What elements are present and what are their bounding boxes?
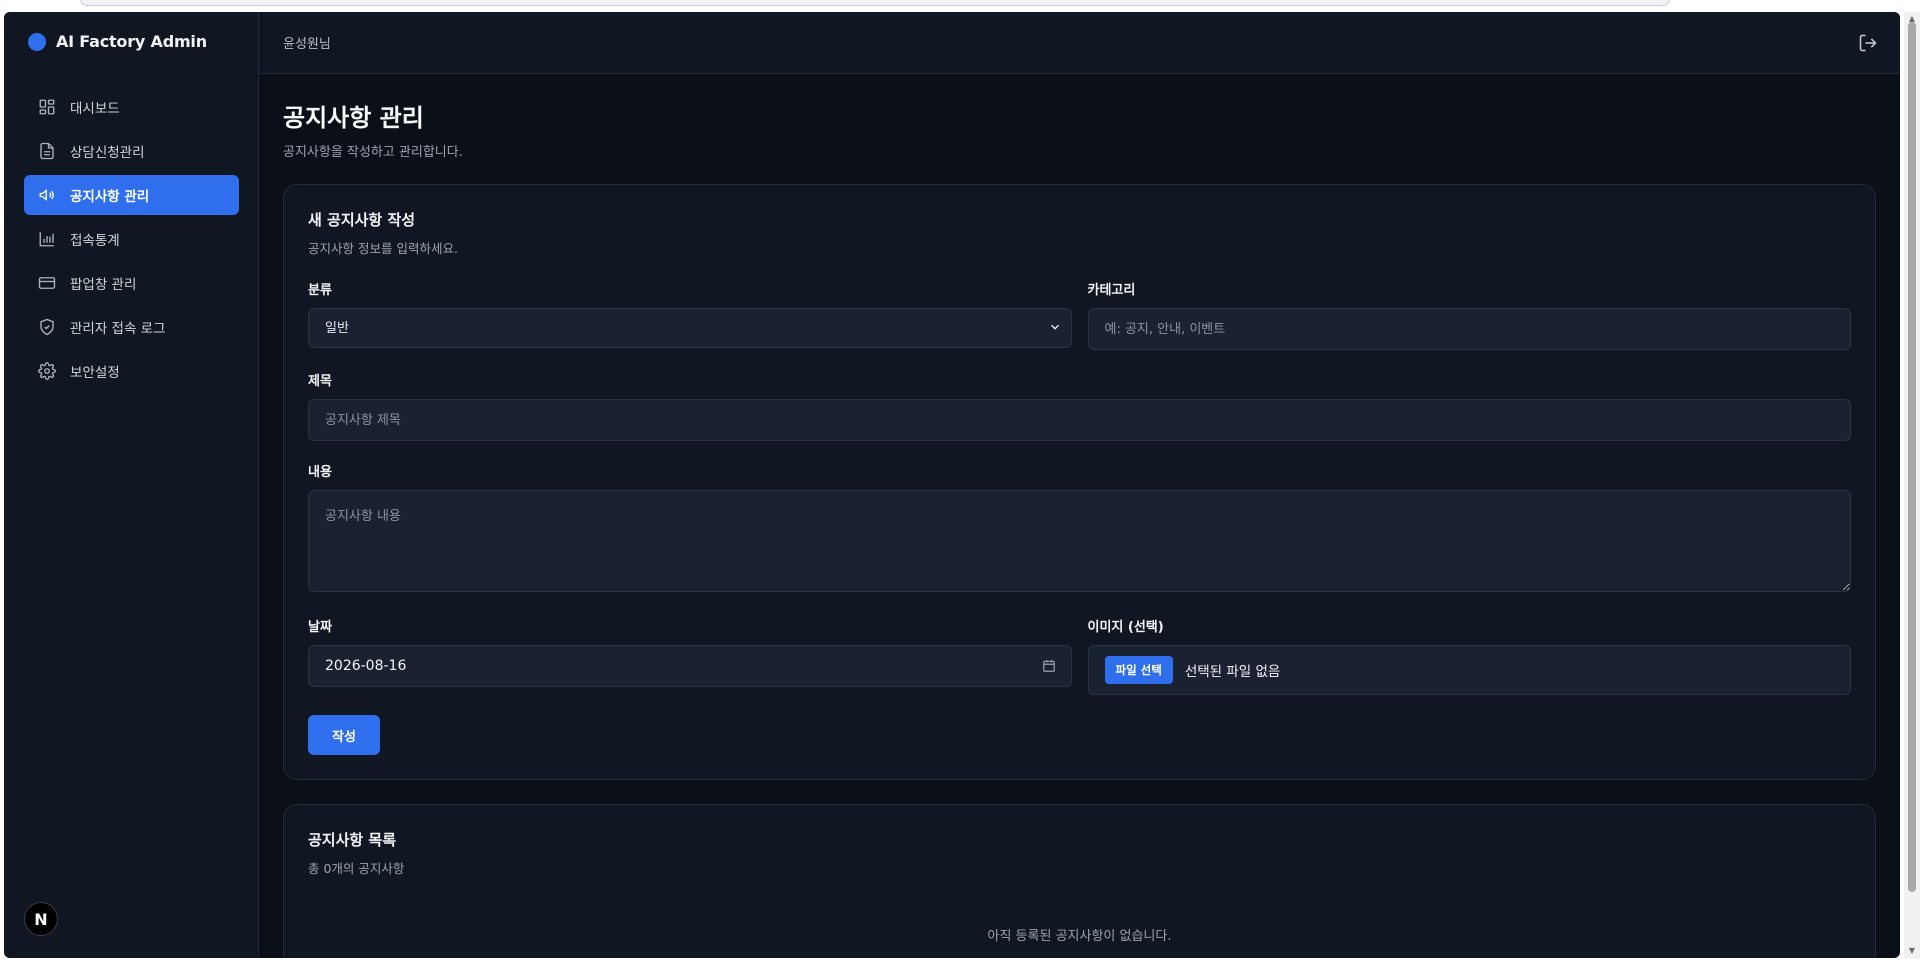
file-status: 선택된 파일 없음 — [1184, 664, 1281, 680]
document-icon — [40, 142, 54, 160]
calendar-icon[interactable] — [1042, 659, 1056, 673]
user-name: 윤성원님 — [283, 37, 331, 52]
sidebar-item-label: 공지사항 관리 — [70, 189, 150, 205]
dashboard-icon — [39, 99, 55, 115]
sidebar-item-statistics[interactable]: 접속통계 — [24, 219, 239, 259]
submit-button[interactable]: 작성 — [308, 715, 380, 755]
sidebar-item-label: 팝업창 관리 — [70, 277, 137, 293]
form-row-date-image: 날짜 이미지 (선택) 파일 선택 선택된 파일 없음 — [308, 616, 1851, 695]
date-input-wrap — [308, 645, 1072, 687]
gear-icon — [38, 362, 56, 380]
sidebar-item-consultations[interactable]: 상담신청관리 — [24, 131, 239, 171]
sidebar-item-dashboard[interactable]: 대시보드 — [24, 87, 239, 127]
logout-icon — [1859, 34, 1877, 51]
bar-chart-icon — [39, 232, 54, 247]
page-subtitle: 공지사항을 작성하고 관리합니다. — [283, 145, 463, 160]
category-label: 카테고리 — [1087, 283, 1136, 298]
notice-list-card: 공지사항 목록 총 0개의 공지사항 아직 등록된 공지사항이 없습니다. — [283, 804, 1876, 958]
type-label: 분류 — [308, 283, 332, 298]
sidebar: AI Factory Admin 대시보드 상담신청관리 공지사항 관리 접속통… — [4, 12, 259, 958]
category-field-group: 카테고리 — [1087, 279, 1851, 350]
content: 공지사항 관리 공지사항을 작성하고 관리합니다. 새 공지사항 작성 공지사항… — [259, 74, 1900, 958]
sidebar-item-security[interactable]: 보안설정 — [24, 351, 239, 391]
app-title: AI Factory Admin — [56, 32, 207, 51]
file-input[interactable]: 파일 선택 선택된 파일 없음 — [1087, 645, 1851, 695]
sidebar-item-label: 대시보드 — [70, 101, 120, 117]
sidebar-item-popups[interactable]: 팝업창 관리 — [24, 263, 239, 303]
sidebar-item-notices[interactable]: 공지사항 관리 — [24, 175, 239, 215]
shield-icon — [40, 318, 54, 336]
date-input[interactable] — [308, 645, 1072, 687]
scroll-down-arrow-icon[interactable]: ▼ — [1907, 946, 1917, 956]
brand-logo-icon — [28, 32, 46, 51]
form-title: 새 공지사항 작성 — [308, 211, 416, 229]
sidebar-nav: 대시보드 상담신청관리 공지사항 관리 접속통계 팝업창 관리 관리자 접속 로… — [24, 87, 239, 395]
type-select[interactable]: 일반 — [308, 308, 1072, 348]
type-field-group: 분류 일반 — [308, 279, 1072, 350]
sidebar-item-label: 상담신청관리 — [70, 145, 145, 161]
sidebar-item-label: 접속통계 — [70, 233, 120, 249]
main-area: 윤성원님 공지사항 관리 공지사항을 작성하고 관리합니다. 새 공지사항 작성… — [259, 12, 1900, 958]
date-field-group: 날짜 — [308, 616, 1072, 695]
list-count: 총 0개의 공지사항 — [308, 861, 405, 876]
date-label: 날짜 — [308, 620, 332, 635]
megaphone-icon — [39, 189, 54, 201]
sidebar-item-label: 관리자 접속 로그 — [70, 321, 166, 337]
content-textarea[interactable] — [308, 490, 1851, 592]
subject-field-group: 제목 — [308, 370, 1851, 441]
address-bar[interactable] — [80, 0, 1670, 6]
page-scrollbar[interactable]: ▲ ▼ — [1904, 12, 1920, 958]
subject-label: 제목 — [308, 374, 332, 389]
type-select-wrap: 일반 — [308, 308, 1072, 348]
topbar: 윤성원님 — [259, 12, 1900, 74]
image-field-group: 이미지 (선택) 파일 선택 선택된 파일 없음 — [1087, 616, 1851, 695]
category-input[interactable] — [1087, 308, 1851, 350]
submit-row: 작성 — [308, 715, 1851, 755]
image-label: 이미지 (선택) — [1087, 620, 1164, 635]
browser-chrome — [0, 0, 1920, 12]
list-title: 공지사항 목록 — [308, 831, 397, 849]
notice-form-card: 새 공지사항 작성 공지사항 정보를 입력하세요. 분류 일반 카테고리 예: … — [283, 184, 1876, 780]
content-field-group: 내용 — [308, 461, 1851, 592]
form-subtitle: 공지사항 정보를 입력하세요. — [308, 241, 458, 256]
page-title: 공지사항 관리 — [283, 104, 424, 132]
scrollbar-thumb[interactable] — [1908, 22, 1916, 892]
nextjs-badge[interactable]: N — [24, 902, 58, 936]
sidebar-item-label: 보안설정 — [70, 365, 120, 381]
file-select-button[interactable]: 파일 선택 — [1104, 656, 1173, 684]
subject-input[interactable] — [308, 399, 1851, 441]
form-row-type-category: 분류 일반 카테고리 — [308, 279, 1851, 350]
empty-state-text: 아직 등록된 공지사항이 없습니다. — [987, 929, 1172, 944]
sidebar-item-access-log[interactable]: 관리자 접속 로그 — [24, 307, 239, 347]
content-label: 내용 — [308, 465, 332, 480]
admin-app: AI Factory Admin 대시보드 상담신청관리 공지사항 관리 접속통… — [4, 12, 1900, 958]
brand[interactable]: AI Factory Admin — [28, 32, 207, 51]
logout-button[interactable] — [1856, 31, 1880, 55]
window-icon — [38, 277, 56, 289]
